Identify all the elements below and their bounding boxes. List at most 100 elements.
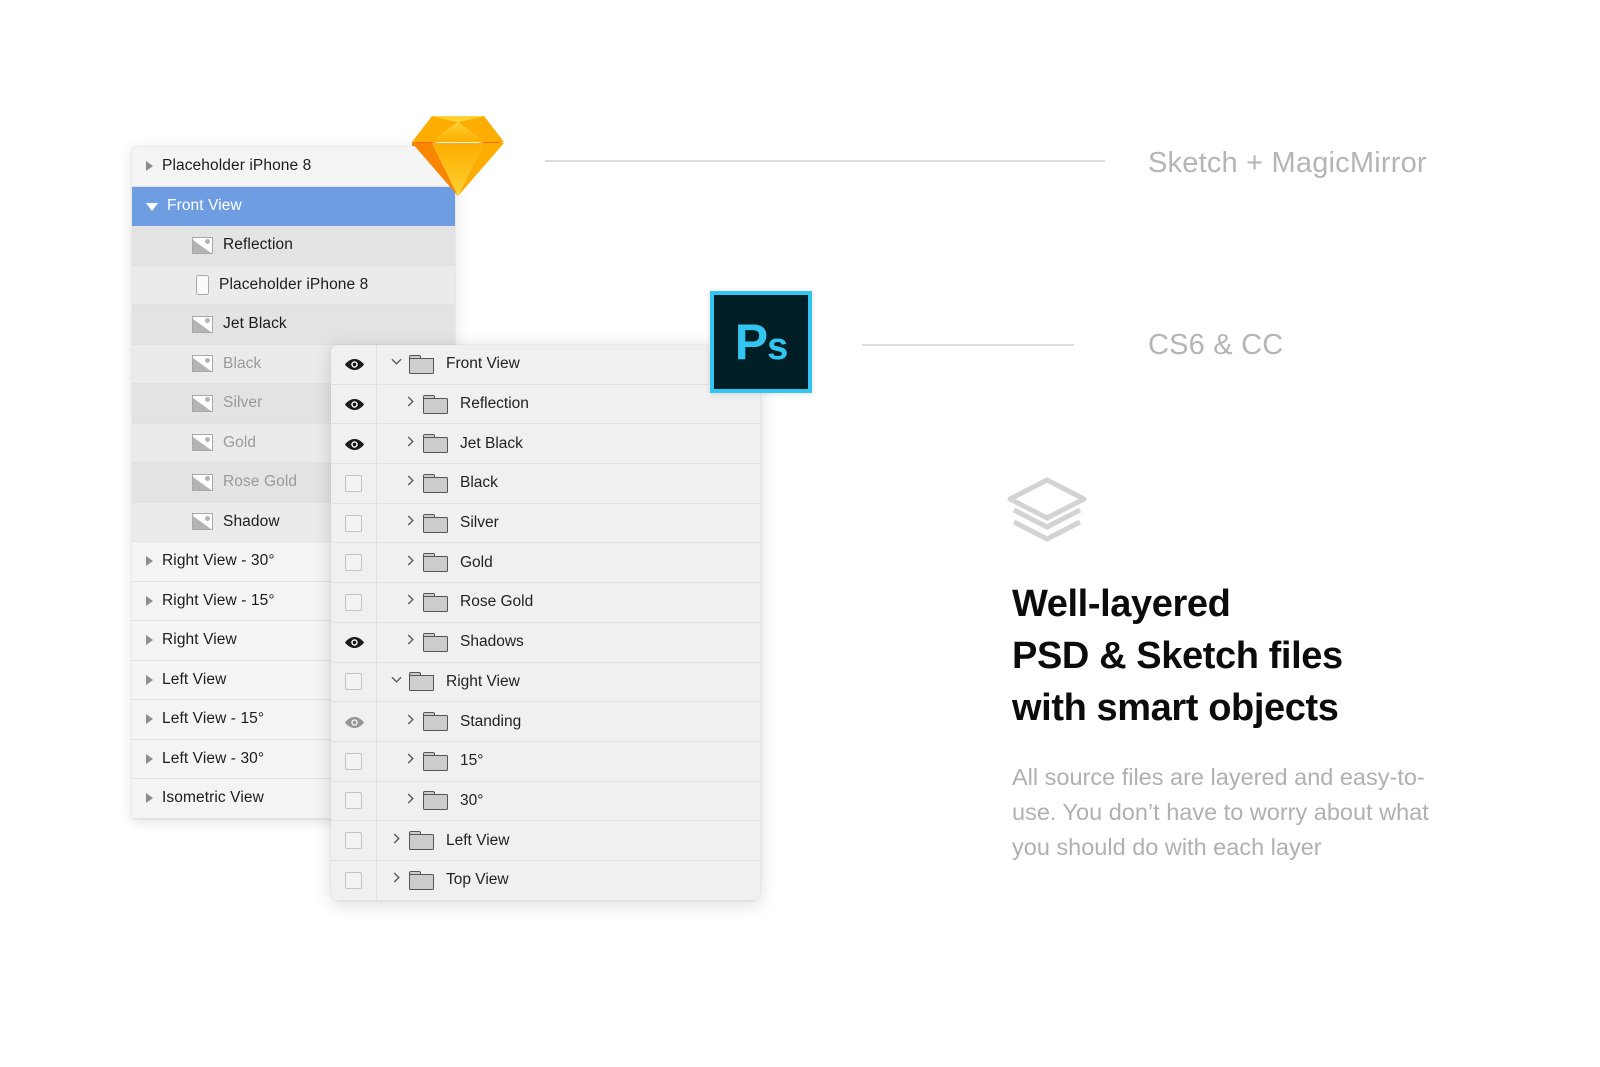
sketch-layer-row[interactable]: Jet Black [132,305,455,345]
folder-icon [409,831,434,851]
triangle-right-icon[interactable] [146,793,153,804]
sketch-layer-label: Left View [162,670,227,688]
photoshop-layer-label: Shadows [460,633,524,651]
photoshop-layer-row[interactable]: Right View [331,662,760,703]
connector-line-sketch [545,160,1105,162]
chevron-right-icon[interactable] [404,633,417,651]
layer-visibility-toggle[interactable] [331,464,377,503]
chevron-right-icon[interactable] [404,593,417,611]
layer-visibility-toggle[interactable] [331,821,377,860]
folder-icon [423,473,448,493]
eye-icon[interactable] [344,438,364,450]
sketch-layer-label: Placeholder iPhone 8 [162,157,312,175]
eye-off-checkbox-icon[interactable] [345,792,362,810]
triangle-right-icon[interactable] [146,161,153,172]
chevron-down-icon[interactable] [390,355,403,373]
folder-icon [423,394,448,414]
eye-off-checkbox-icon[interactable] [345,832,362,850]
sketch-layer-label: Rose Gold [223,473,298,491]
photoshop-layer-row[interactable]: Rose Gold [331,583,760,623]
photoshop-layer-row[interactable]: Shadows [331,622,760,663]
chevron-right-icon[interactable] [404,554,417,572]
layer-visibility-toggle[interactable] [331,583,377,622]
layer-visibility-toggle[interactable] [331,860,377,900]
photoshop-layer-row[interactable]: Standing [331,702,760,742]
chevron-right-icon[interactable] [404,713,417,731]
photoshop-layers-panel[interactable]: Front View Reflection Jet Black Black Silver… [331,345,760,901]
layer-visibility-toggle[interactable] [331,543,377,583]
layer-visibility-toggle[interactable] [331,424,377,464]
chevron-right-icon[interactable] [404,752,417,770]
layer-visibility-toggle[interactable] [331,662,377,702]
layer-visibility-toggle[interactable] [331,781,377,821]
sketch-layer-row[interactable]: Front View [132,186,455,226]
triangle-down-icon[interactable] [146,203,158,212]
eye-icon[interactable] [344,716,364,728]
sketch-layer-label: Isometric View [162,789,264,807]
callout-label-sketch: Sketch + MagicMirror [1148,147,1427,179]
photoshop-layer-label: Top View [446,871,509,889]
photoshop-layer-row[interactable]: Gold [331,543,760,584]
sketch-layer-label: Front View [167,196,242,214]
eye-icon[interactable] [344,398,364,411]
photoshop-layer-label: Reflection [460,395,529,413]
eye-off-checkbox-icon[interactable] [345,514,362,532]
eye-icon[interactable] [344,636,364,649]
photoshop-layer-row[interactable]: Silver [331,503,760,544]
eye-off-checkbox-icon[interactable] [345,752,362,770]
layer-visibility-toggle[interactable] [331,384,377,424]
photoshop-layer-label: Rose Gold [460,593,534,611]
folder-icon [423,751,448,771]
chevron-down-icon[interactable] [390,673,403,691]
chevron-right-icon[interactable] [404,474,417,492]
photoshop-layer-label: 15° [460,752,484,770]
layer-visibility-toggle[interactable] [331,345,377,384]
triangle-right-icon[interactable] [146,635,153,646]
photoshop-layer-row[interactable]: 30° [331,781,760,822]
photoshop-layer-row[interactable]: Jet Black [331,424,760,465]
callout-label-photoshop: CS6 & CC [1148,329,1284,361]
chevron-right-icon[interactable] [404,792,417,810]
eye-off-checkbox-icon[interactable] [345,593,362,611]
sketch-layer-label: Jet Black [223,315,287,333]
sketch-layer-row[interactable]: Placeholder iPhone 8 [132,265,455,305]
triangle-right-icon[interactable] [146,595,153,606]
sketch-layer-label: Right View - 30° [162,552,275,570]
triangle-right-icon[interactable] [146,714,153,725]
layer-visibility-toggle[interactable] [331,741,377,781]
eye-off-checkbox-icon[interactable] [345,554,362,572]
photoshop-layer-label: Black [460,474,498,492]
sketch-layer-row[interactable]: Placeholder iPhone 8 [132,147,455,187]
sketch-layer-row[interactable]: Reflection [132,226,455,266]
photoshop-layer-row[interactable]: Black [331,464,760,504]
photoshop-icon-text: Ps [734,314,789,370]
folder-icon [423,712,448,732]
layer-visibility-toggle[interactable] [331,622,377,662]
photoshop-layer-row[interactable]: Left View [331,821,760,861]
chevron-right-icon[interactable] [404,514,417,532]
chevron-right-icon[interactable] [390,832,403,850]
photoshop-layer-row[interactable]: Front View [331,345,760,385]
photoshop-layer-label: Front View [446,355,520,373]
photoshop-layer-label: Standing [460,712,522,730]
chevron-right-icon[interactable] [404,395,417,413]
photoshop-icon-p: P [734,314,768,370]
photoshop-layer-label: Jet Black [460,434,523,452]
eye-off-checkbox-icon[interactable] [345,673,362,691]
triangle-right-icon[interactable] [146,753,153,764]
photoshop-layer-row[interactable]: Reflection [331,384,760,425]
triangle-right-icon[interactable] [146,556,153,567]
screenshot-canvas: Sketch + MagicMirror CS6 & CC Placeholde… [0,0,1600,1067]
eye-icon[interactable] [344,358,364,371]
chevron-right-icon[interactable] [390,871,403,889]
folder-icon [423,553,448,573]
eye-off-checkbox-icon[interactable] [345,871,362,889]
chevron-right-icon[interactable] [404,435,417,453]
folder-icon [409,870,434,890]
eye-off-checkbox-icon[interactable] [345,474,362,492]
layer-visibility-toggle[interactable] [331,702,377,741]
photoshop-layer-row[interactable]: Top View [331,860,760,901]
triangle-right-icon[interactable] [146,674,153,685]
layer-visibility-toggle[interactable] [331,503,377,543]
photoshop-layer-row[interactable]: 15° [331,741,760,782]
